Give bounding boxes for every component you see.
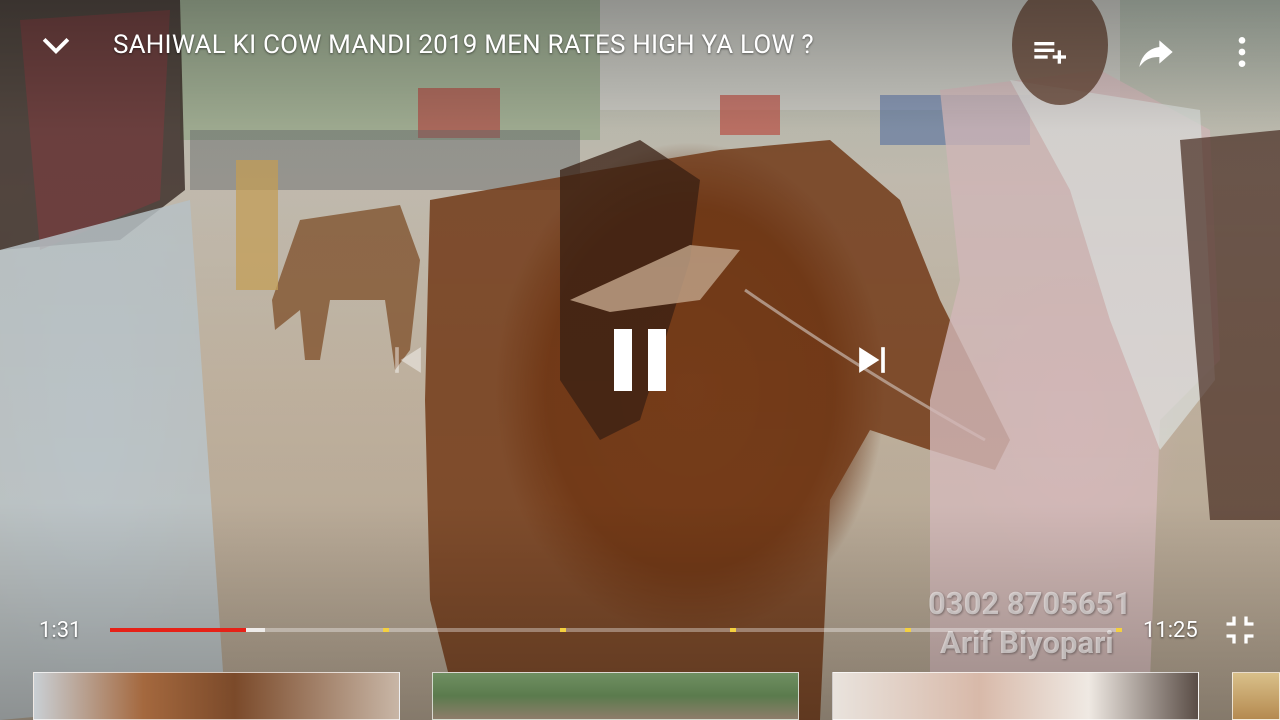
skip-previous-icon — [386, 338, 430, 382]
ad-marker — [905, 628, 912, 632]
exit-fullscreen-button[interactable] — [1216, 606, 1264, 654]
add-to-playlist-button[interactable] — [1027, 28, 1075, 76]
share-arrow-icon — [1136, 32, 1176, 72]
current-time: 1:31 — [39, 618, 82, 643]
related-thumbnails — [0, 672, 1280, 720]
more-options-button[interactable] — [1218, 28, 1266, 76]
duration: 11:25 — [1143, 618, 1198, 643]
pause-button[interactable] — [600, 320, 680, 400]
thumbnail[interactable] — [432, 672, 799, 720]
thumbnail[interactable] — [33, 672, 400, 720]
watermark-phone: 0302 8705651 — [928, 585, 1132, 622]
share-button[interactable] — [1132, 28, 1180, 76]
minimize-button[interactable] — [32, 22, 80, 70]
ad-marker — [383, 628, 390, 632]
skip-next-icon — [850, 338, 894, 382]
progress-bar[interactable] — [110, 628, 1122, 632]
video-title: SAHIWAL KI COW MANDI 2019 MEN RATES HIGH… — [113, 30, 814, 60]
playlist-add-icon — [1031, 32, 1071, 72]
thumbnail[interactable] — [832, 672, 1199, 720]
ad-marker — [560, 628, 567, 632]
progress-played — [110, 628, 246, 632]
video-player[interactable]: SAHIWAL KI COW MANDI 2019 MEN RATES HIGH… — [0, 0, 1280, 720]
pause-icon — [608, 324, 672, 396]
more-vertical-icon — [1222, 32, 1262, 72]
next-button[interactable] — [848, 336, 896, 384]
ad-marker — [1116, 628, 1122, 632]
ad-marker — [730, 628, 737, 632]
fullscreen-exit-icon — [1222, 612, 1258, 648]
thumbnail[interactable] — [1232, 672, 1280, 720]
previous-button[interactable] — [384, 336, 432, 384]
chevron-down-icon — [38, 28, 74, 64]
